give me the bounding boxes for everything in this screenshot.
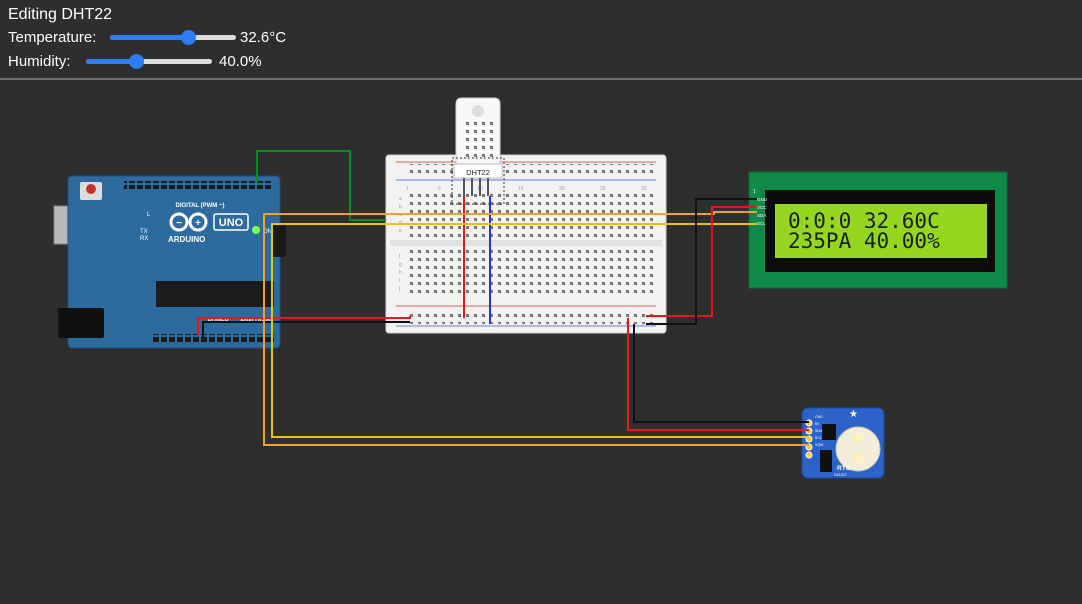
breadboard-row-label: a xyxy=(399,196,402,202)
breadboard-col-label: 20 xyxy=(559,186,565,192)
digital-label: DIGITAL (PWM ~) xyxy=(176,203,225,209)
breadboard-col-label: 30 xyxy=(641,186,647,192)
svg-text:+: + xyxy=(195,218,201,229)
temperature-slider-fill xyxy=(110,35,189,40)
lcd-pin-vcc: VCC xyxy=(757,205,767,210)
lcd-pin-index: 1 xyxy=(753,189,756,195)
rtc-pin-scl: SCL xyxy=(815,436,822,440)
breadboard-col-label: 1 xyxy=(406,186,409,192)
wire-red-rtc xyxy=(627,318,809,431)
breadboard-col-label: 25 xyxy=(600,186,606,192)
panel-title: Editing DHT22 xyxy=(8,6,113,23)
temperature-value: 32.6°C xyxy=(240,29,287,46)
tx-label: TX xyxy=(140,229,148,235)
star-icon: ★ xyxy=(849,409,858,420)
rx-label: RX xyxy=(140,236,148,242)
humidity-slider-thumb[interactable] xyxy=(129,54,145,69)
temperature-row: Temperature: 32.6°C xyxy=(8,29,286,46)
breadboard-row-label: e xyxy=(399,228,402,234)
breadboard[interactable]: 1 5 10 15 20 25 30 a b c d e f g h i j xyxy=(385,154,667,334)
dht22-label: DHT22 xyxy=(466,168,490,177)
digital-header[interactable] xyxy=(124,181,272,189)
power-led xyxy=(252,226,260,234)
temperature-slider[interactable] xyxy=(110,30,236,45)
lcd-display[interactable]: 0:0:0 32.60C 235PA 40.00% 1 GND VCC SDA … xyxy=(748,171,1008,289)
arduino-logo-text: ARDUINO xyxy=(168,235,205,244)
wire-orange-rtc xyxy=(263,334,809,446)
breadboard-row-label: g xyxy=(399,262,402,268)
rtc-label: RTC xyxy=(837,465,851,472)
breadboard-col-label: 15 xyxy=(518,186,524,192)
humidity-label: Humidity: xyxy=(8,53,71,70)
temperature-label: Temperature: xyxy=(8,29,97,46)
breadboard-row-label: b xyxy=(399,204,402,210)
breadboard-row-label: j xyxy=(398,286,400,292)
edit-panel: Editing DHT22 Temperature: 32.6°C Humidi… xyxy=(0,0,1082,80)
wire-black-rtc xyxy=(633,324,809,423)
lcd-line-2: 235PA 40.00% xyxy=(788,229,940,253)
rtc-chip-label: DS1307 xyxy=(834,473,847,477)
breadboard-col-label: 5 xyxy=(438,186,441,192)
lcd-pin-gnd: GND xyxy=(757,197,768,202)
rtc-pin-sqw: SQW xyxy=(815,443,824,447)
rtc-pin-sda: SDA xyxy=(815,429,823,433)
breadboard-row-label: i xyxy=(399,278,400,284)
humidity-row: Humidity: 40.0% xyxy=(8,53,262,70)
lcd-pin-sda: SDA xyxy=(757,213,766,218)
reset-button[interactable] xyxy=(86,184,96,194)
rtc-pin-gnd: GND xyxy=(815,415,823,419)
humidity-value: 40.0% xyxy=(219,53,262,70)
power-jack xyxy=(58,308,104,338)
lcd-pin-scl: SCL xyxy=(757,221,766,226)
icsp-header[interactable] xyxy=(272,225,286,257)
circuit-canvas: 1 5 10 15 20 25 30 a b c d e f g h i j D… xyxy=(53,97,1008,479)
power-analog-header[interactable] xyxy=(152,334,274,342)
breadboard-row-label: h xyxy=(399,270,402,276)
humidity-slider[interactable] xyxy=(86,54,212,69)
rtc-chip xyxy=(822,424,836,440)
svg-text:−: − xyxy=(176,218,182,229)
temperature-slider-thumb[interactable] xyxy=(181,30,197,45)
rtc-module[interactable]: GND 5V SDA SCL SQW ★ RTC DS1307 xyxy=(801,407,885,479)
uno-label: UNO xyxy=(219,217,244,229)
rtc-pin-5v: 5V xyxy=(815,422,820,426)
